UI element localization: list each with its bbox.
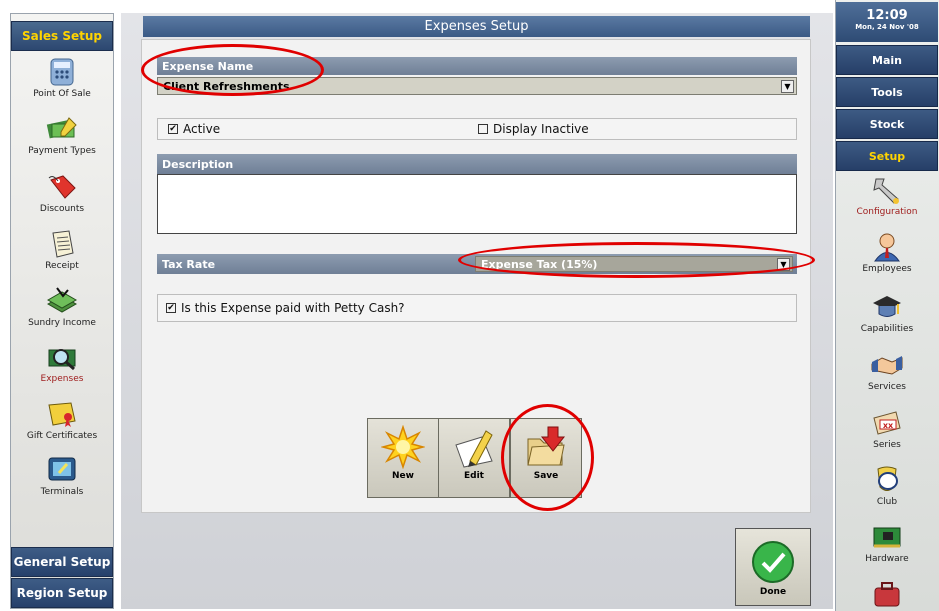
pencil-paper-icon (455, 430, 493, 468)
handshake-icon (871, 356, 903, 375)
toolbox-icon (874, 582, 900, 607)
checkbox-checked-icon: ✔ (168, 124, 178, 134)
sidebar-item-gift-certificates[interactable]: Gift Certificates (11, 399, 113, 441)
calculator-icon (50, 58, 74, 86)
ticket-icon: xx (873, 411, 901, 435)
page-title: Expenses Setup (143, 16, 810, 37)
done-button[interactable]: Done (735, 528, 811, 606)
terminal-icon (48, 457, 76, 481)
new-button[interactable]: New (367, 418, 439, 498)
tab-main[interactable]: Main (836, 45, 938, 75)
sidebar-item-label: Configuration (856, 207, 918, 217)
active-label: Active (183, 122, 221, 136)
sidebar-item-next[interactable] (836, 580, 938, 611)
person-icon (874, 233, 900, 262)
edit-button[interactable]: Edit (438, 418, 510, 498)
left-sidebar: Sales Setup Point Of Sale Payment Types … (10, 13, 114, 609)
sidebar-item-label: Series (873, 440, 901, 450)
region-setup-button[interactable]: Region Setup (11, 578, 113, 608)
status-frame: ✔ Active Display Inactive (157, 118, 797, 140)
sidebar-item-label: Expenses (40, 374, 84, 384)
sales-setup-tab[interactable]: Sales Setup (11, 21, 113, 51)
certificate-icon (48, 402, 76, 427)
sidebar-item-terminals[interactable]: Terminals (11, 455, 113, 497)
sidebar-item-point-of-sale[interactable]: Point Of Sale (11, 57, 113, 99)
check-circle-icon (752, 541, 794, 583)
sidebar-item-expenses[interactable]: Expenses (11, 342, 113, 384)
active-checkbox[interactable]: ✔ Active (168, 122, 220, 136)
sidebar-item-receipt[interactable]: Receipt (11, 229, 113, 271)
sidebar-item-label: Discounts (39, 204, 85, 214)
sidebar-item-services[interactable]: Services (836, 350, 938, 392)
sidebar-item-sundry-income[interactable]: Sundry Income (11, 286, 113, 328)
tab-setup[interactable]: Setup (836, 141, 938, 171)
clock-display: 12:09 Mon, 24 Nov '08 (836, 2, 938, 42)
sidebar-item-label: Payment Types (28, 146, 96, 156)
badge-icon (877, 466, 898, 491)
cash-stack-icon (46, 287, 78, 313)
sidebar-item-label: Receipt (45, 261, 79, 271)
chevron-down-icon[interactable]: ▼ (781, 80, 794, 93)
price-tag-icon (48, 175, 76, 199)
sidebar-item-label: Gift Certificates (26, 431, 98, 441)
highlight-circle (458, 242, 815, 278)
tab-tools[interactable]: Tools (836, 77, 938, 107)
sidebar-item-employees[interactable]: Employees (836, 232, 938, 274)
svg-text:xx: xx (883, 421, 894, 430)
petty-cash-frame: ✔ Is this Expense paid with Petty Cash? (157, 294, 797, 322)
sidebar-item-label: Club (876, 497, 898, 507)
description-header: Description (157, 154, 797, 174)
mortarboard-icon (873, 296, 901, 317)
money-icon (46, 117, 77, 139)
sidebar-item-club[interactable]: Club (836, 465, 938, 507)
highlight-circle (501, 404, 594, 511)
sidebar-item-label: Sundry Income (28, 318, 96, 328)
description-field[interactable] (157, 174, 797, 234)
circuit-card-icon (873, 527, 901, 548)
sidebar-item-hardware[interactable]: Hardware (836, 522, 938, 564)
edit-button-label: Edit (464, 471, 484, 481)
done-button-label: Done (759, 587, 787, 597)
checkbox-unchecked-icon (478, 124, 488, 134)
clock-date: Mon, 24 Nov '08 (855, 23, 919, 31)
sidebar-item-label: Employees (862, 264, 912, 274)
sidebar-item-capabilities[interactable]: Capabilities (836, 292, 938, 334)
new-button-label: New (392, 471, 414, 481)
sidebar-item-label: Capabilities (860, 324, 914, 334)
petty-cash-label: Is this Expense paid with Petty Cash? (181, 301, 405, 315)
sidebar-item-label: Services (868, 382, 906, 392)
display-inactive-checkbox[interactable]: Display Inactive (478, 122, 589, 136)
sidebar-item-configuration[interactable]: Configuration (836, 175, 938, 217)
tab-stock[interactable]: Stock (836, 109, 938, 139)
wrench-icon (873, 178, 899, 204)
display-inactive-label: Display Inactive (493, 122, 589, 136)
sidebar-item-label: Point Of Sale (33, 89, 91, 99)
sidebar-item-series[interactable]: xx Series (836, 408, 938, 450)
general-setup-button[interactable]: General Setup (11, 547, 113, 577)
clock-time: 12:09 (866, 8, 908, 23)
highlight-circle (141, 44, 324, 96)
sidebar-item-discounts[interactable]: Discounts (11, 172, 113, 214)
receipt-icon (52, 230, 74, 258)
sidebar-item-payment-types[interactable]: Payment Types (11, 114, 113, 156)
sidebar-item-label: Hardware (865, 554, 909, 564)
magnifier-money-icon (48, 349, 76, 371)
burst-star-icon (381, 425, 425, 469)
sidebar-item-label: Terminals (40, 487, 84, 497)
checkbox-checked-icon: ✔ (166, 303, 176, 313)
petty-cash-checkbox[interactable]: ✔ Is this Expense paid with Petty Cash? (166, 301, 405, 315)
